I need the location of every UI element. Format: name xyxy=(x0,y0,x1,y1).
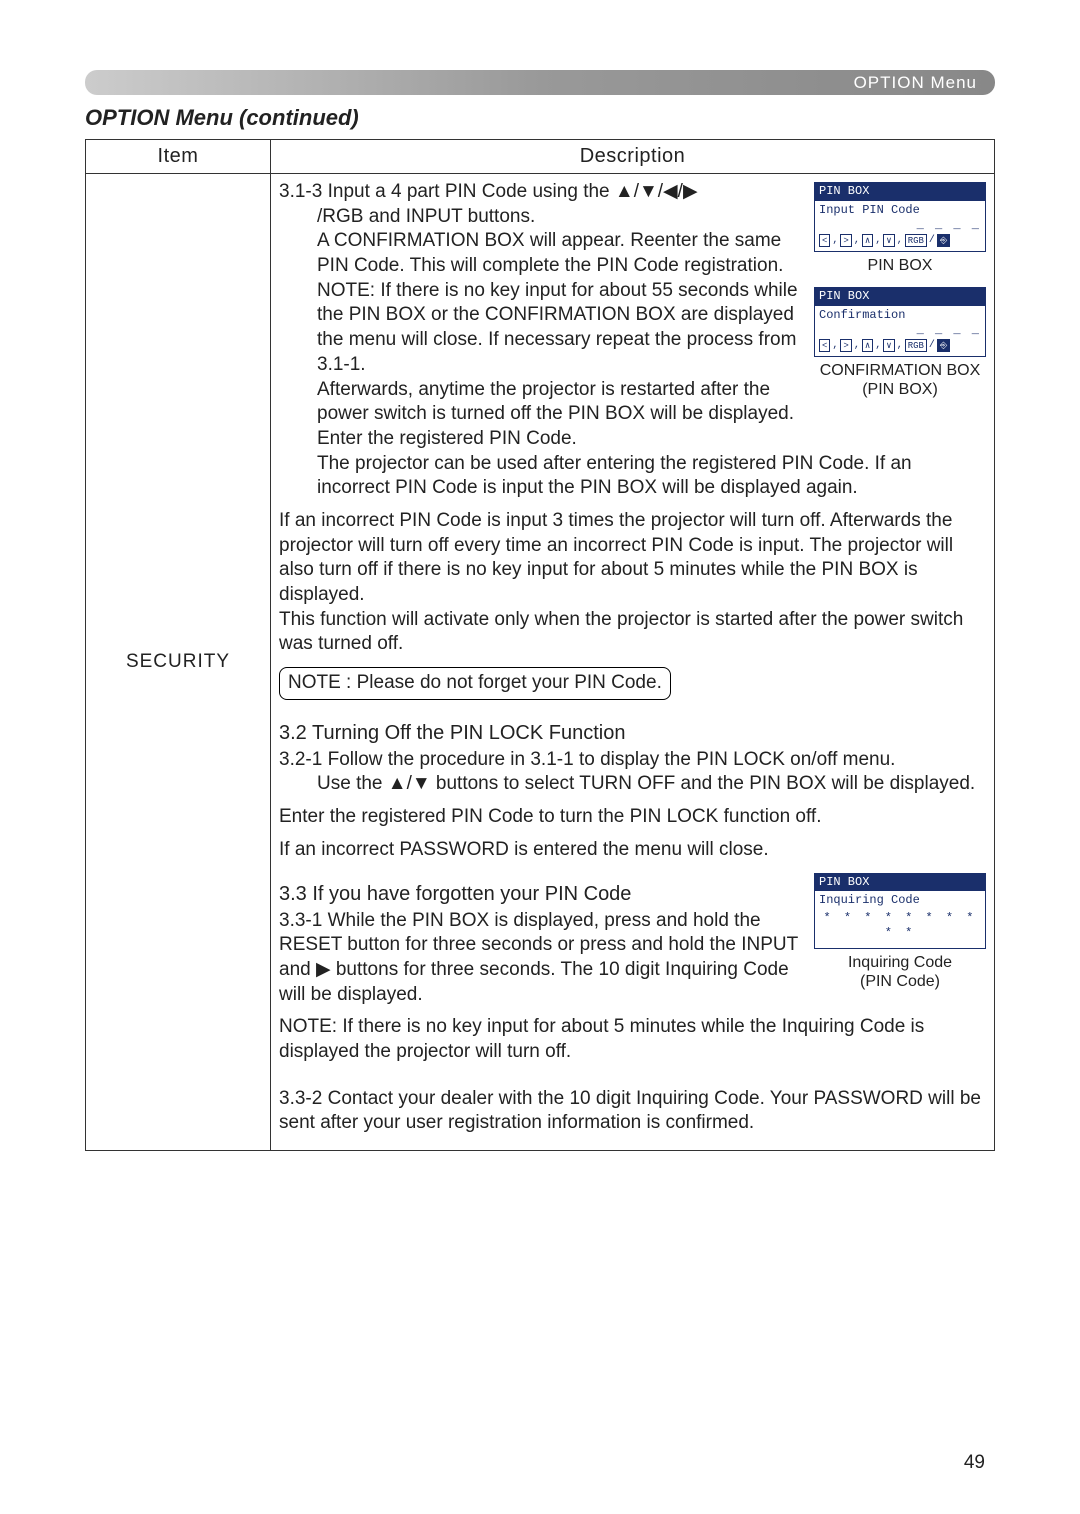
sec33-lead2: 3.3-2 xyxy=(279,1088,328,1109)
sec32-l1b: Use the ▲/▼ buttons to select TURN OFF a… xyxy=(279,772,986,797)
options-table: Item Description SECURITY PIN BOX Input … xyxy=(85,139,995,1151)
down-key: ∨ xyxy=(883,234,894,247)
sec32-lead: 3.2-1 xyxy=(279,749,328,770)
header-label: OPTION Menu xyxy=(854,73,977,93)
sec32-l2: Enter the registered PIN Code to turn th… xyxy=(279,805,986,830)
input-key: ⎆ xyxy=(937,234,950,247)
down-key: ∨ xyxy=(883,339,894,352)
inquiring-stars: * * * * * * * * * * xyxy=(819,909,981,944)
item-security: SECURITY xyxy=(86,174,271,1151)
rgb-key: RGB xyxy=(905,234,927,247)
sec313-lead: 3.1-3 xyxy=(279,181,328,202)
pin-note-box: NOTE : Please do not forget your PIN Cod… xyxy=(279,667,671,700)
left-key: < xyxy=(819,339,830,352)
confirm-caption2: (PIN BOX) xyxy=(814,380,986,399)
dialog-title: PIN BOX xyxy=(815,183,985,201)
pin-note-text: NOTE : Please do not forget your PIN Cod… xyxy=(288,672,662,693)
dialog-sub: Inquiring Code xyxy=(819,893,981,909)
dialog-title: PIN BOX xyxy=(815,874,985,892)
page-number: 49 xyxy=(964,1452,985,1474)
up-key: ∧ xyxy=(862,234,873,247)
input-key: ⎆ xyxy=(937,339,950,352)
sec32-head: 3.2 Turning Off the PIN LOCK Function xyxy=(279,720,986,746)
sec32-l3: If an incorrect PASSWORD is entered the … xyxy=(279,838,986,863)
dialog-sub: Input PIN Code xyxy=(819,203,981,219)
sec33-note: NOTE: If there is no key input for about… xyxy=(279,1015,986,1064)
rgb-key: RGB xyxy=(905,339,927,352)
sec313-after4: This function will activate only when th… xyxy=(279,608,986,657)
right-key: > xyxy=(840,339,851,352)
dialog-sub: Confirmation xyxy=(819,308,981,324)
sec313-l1: Input a 4 part PIN Code using the ▲/▼/◀/… xyxy=(328,181,698,202)
pin-box-dialog: PIN BOX Input PIN Code _ _ _ _ <, >, ∧, … xyxy=(814,182,986,252)
sec33-l2: Contact your dealer with the 10 digit In… xyxy=(279,1088,981,1134)
page-title: OPTION Menu (continued) xyxy=(85,105,995,131)
sec33-lead: 3.3-1 xyxy=(279,910,328,931)
confirm-caption1: CONFIRMATION BOX xyxy=(814,361,986,380)
dialog-title: PIN BOX xyxy=(815,288,985,306)
sec32-l1a: Follow the procedure in 3.1-1 to display… xyxy=(328,749,896,770)
confirm-box-dialog: PIN BOX Confirmation _ _ _ _ <, >, ∧, ∨,… xyxy=(814,287,986,357)
col-item: Item xyxy=(86,140,271,174)
up-key: ∧ xyxy=(862,339,873,352)
sec33-l1: While the PIN BOX is displayed, press an… xyxy=(279,910,798,1005)
pin-box-caption: PIN BOX xyxy=(814,256,986,275)
pin-dashes: _ _ _ _ xyxy=(819,323,981,339)
left-key: < xyxy=(819,234,830,247)
inquiring-caption1: Inquiring Code xyxy=(814,953,986,972)
pin-dashes: _ _ _ _ xyxy=(819,218,981,234)
sec313-after2: The projector can be used after entering… xyxy=(279,452,986,501)
inquiring-caption2: (PIN Code) xyxy=(814,972,986,991)
header-bar: OPTION Menu xyxy=(85,70,995,95)
inquiring-dialog: PIN BOX Inquiring Code * * * * * * * * *… xyxy=(814,873,986,949)
right-key: > xyxy=(840,234,851,247)
col-desc: Description xyxy=(271,140,995,174)
sec313-after3: If an incorrect PIN Code is input 3 time… xyxy=(279,509,986,608)
security-description: PIN BOX Input PIN Code _ _ _ _ <, >, ∧, … xyxy=(271,174,995,1151)
